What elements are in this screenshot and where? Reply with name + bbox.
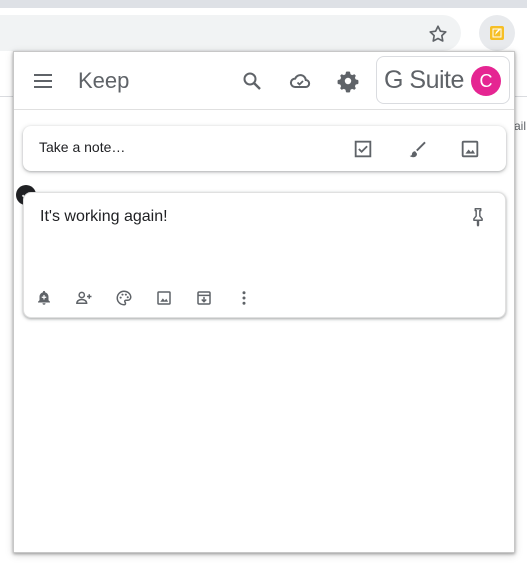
reminder-icon[interactable] <box>35 289 53 307</box>
palette-icon[interactable] <box>115 289 133 307</box>
page-divider <box>514 96 527 97</box>
image-icon[interactable] <box>459 138 481 160</box>
pin-icon[interactable] <box>467 206 489 228</box>
avatar[interactable]: C <box>471 66 501 96</box>
keep-extension-button[interactable] <box>479 15 515 51</box>
note-card[interactable]: It's working again! <box>23 192 506 318</box>
bookmark-star-icon[interactable] <box>427 23 449 45</box>
take-note-bar[interactable]: Take a note… <box>23 126 506 171</box>
checkbox-icon[interactable] <box>352 138 374 160</box>
keep-popup: Keep G Suite C Take a note… It's working… <box>13 51 515 553</box>
image-icon[interactable] <box>155 289 173 307</box>
background-page-text: ail <box>514 119 527 133</box>
gsuite-label: G Suite <box>384 66 464 94</box>
search-icon[interactable] <box>240 69 264 93</box>
brush-icon[interactable] <box>406 138 428 160</box>
keep-extension-icon <box>490 26 504 40</box>
app-header: Keep G Suite C <box>14 52 514 110</box>
settings-icon[interactable] <box>336 69 360 93</box>
note-title: It's working again! <box>40 208 168 225</box>
take-note-input[interactable]: Take a note… <box>39 139 125 155</box>
app-title: Keep <box>78 68 130 93</box>
archive-icon[interactable] <box>195 289 213 307</box>
page-divider <box>0 96 14 97</box>
cloud-sync-icon[interactable] <box>288 69 312 93</box>
address-bar[interactable] <box>0 15 461 51</box>
gsuite-account-button[interactable]: G Suite C <box>376 56 510 104</box>
collaborator-icon[interactable] <box>75 289 93 307</box>
browser-tabstrip <box>0 0 527 8</box>
more-icon[interactable] <box>235 289 253 307</box>
menu-icon[interactable] <box>31 69 55 93</box>
